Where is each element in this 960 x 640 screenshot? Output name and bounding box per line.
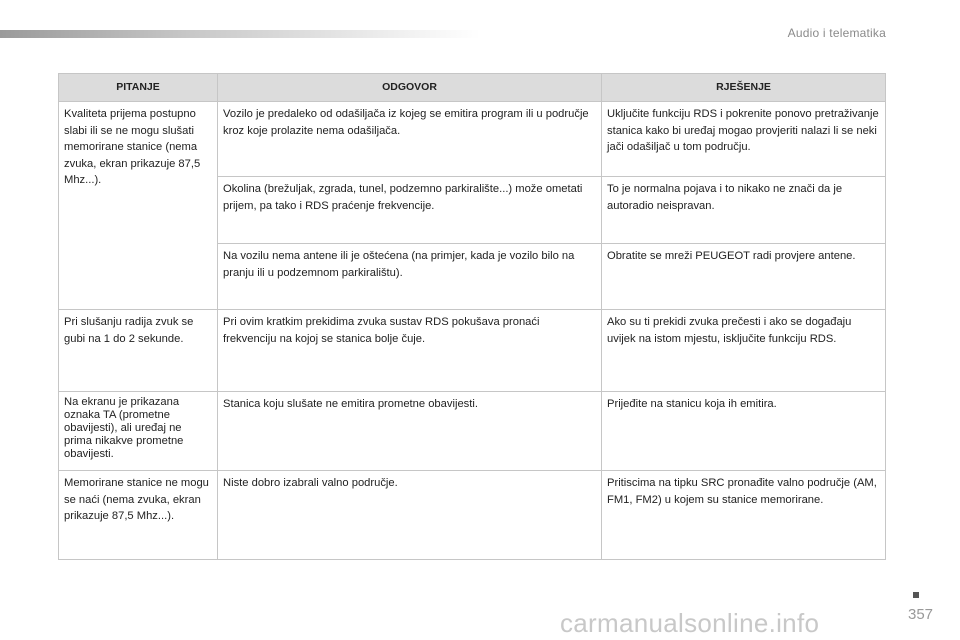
section-title: Audio i telematika bbox=[787, 26, 886, 40]
answer-cell: Stanica koju slušate ne emitira prometne… bbox=[217, 391, 602, 471]
answer-cell: Niste dobro izabrali valno područje. bbox=[217, 470, 602, 560]
page-number: 357 bbox=[908, 606, 934, 623]
answer-cell: Vozilo je predaleko od odašiljača iz koj… bbox=[217, 101, 602, 177]
troubleshooting-table: PITANJE ODGOVOR RJEŠENJE Kvaliteta prije… bbox=[58, 73, 886, 560]
column-header-solution: RJEŠENJE bbox=[601, 73, 886, 102]
solution-cell: Uključite funkciju RDS i pokrenite ponov… bbox=[601, 101, 886, 177]
solution-cell: Pritiscima na tipku SRC pronađite valno … bbox=[601, 470, 886, 560]
question-cell: Pri slušanju radija zvuk se gubi na 1 do… bbox=[58, 309, 218, 392]
answer-cell: Na vozilu nema antene ili je oštećena (n… bbox=[217, 243, 602, 310]
answer-cell: Pri ovim kratkim prekidima zvuka sustav … bbox=[217, 309, 602, 392]
watermark-text: carmanualsonline.info bbox=[560, 608, 820, 638]
question-cell: Na ekranu je prikazana oznaka TA (promet… bbox=[58, 391, 218, 471]
table-row: Pri slušanju radija zvuk se gubi na 1 do… bbox=[58, 309, 886, 392]
question-cell: Memorirane stanice ne mogu se naći (nema… bbox=[58, 470, 218, 560]
column-header-question: PITANJE bbox=[58, 73, 218, 102]
solution-cell: To je normalna pojava i to nikako ne zna… bbox=[601, 176, 886, 244]
table-row: Memorirane stanice ne mogu se naći (nema… bbox=[58, 470, 886, 560]
table-row: Kvaliteta prijema postupno slabi ili se … bbox=[58, 101, 886, 310]
column-header-answer: ODGOVOR bbox=[217, 73, 602, 102]
solution-cell: Prijeđite na stanicu koja ih emitira. bbox=[601, 391, 886, 471]
table-header-row: PITANJE ODGOVOR RJEŠENJE bbox=[58, 73, 886, 102]
solution-cell: Obratite se mreži PEUGEOT radi provjere … bbox=[601, 243, 886, 310]
header-gradient-bar bbox=[0, 30, 480, 38]
answer-cell: Okolina (brežuljak, zgrada, tunel, podze… bbox=[217, 176, 602, 244]
page-marker-square bbox=[913, 592, 919, 598]
table-row: Na ekranu je prikazana oznaka TA (promet… bbox=[58, 391, 886, 471]
question-cell: Kvaliteta prijema postupno slabi ili se … bbox=[58, 101, 218, 310]
solution-cell: Ako su ti prekidi zvuka prečesti i ako s… bbox=[601, 309, 886, 392]
